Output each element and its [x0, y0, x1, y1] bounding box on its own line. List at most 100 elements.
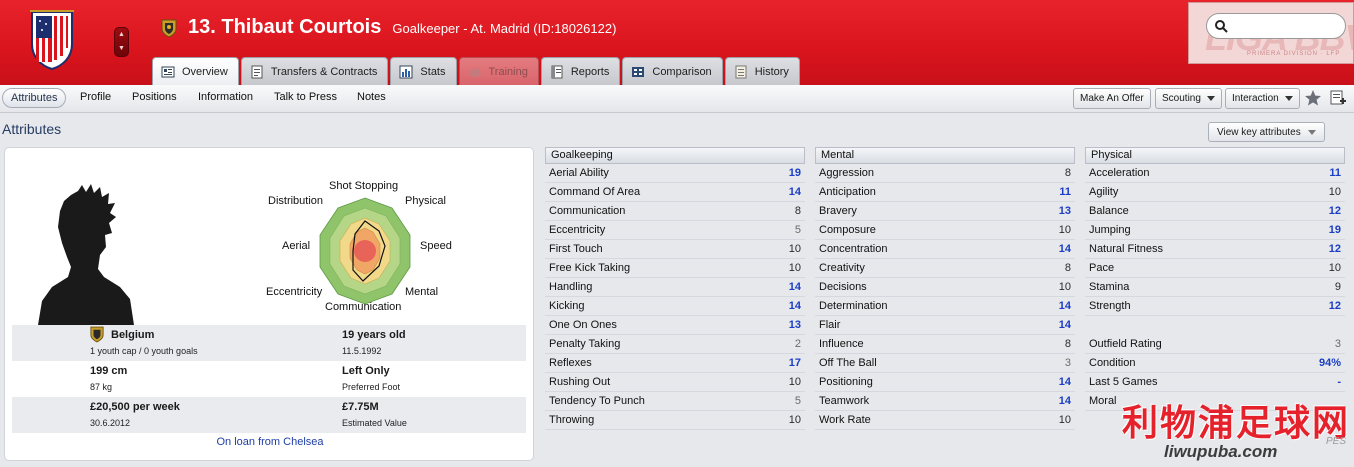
- attribute-row[interactable]: Influence 8: [815, 335, 1075, 354]
- player-silhouette-icon: [38, 184, 134, 325]
- weight-value: 87 kg: [90, 382, 113, 392]
- attribute-name: Anticipation: [819, 186, 876, 198]
- player-title: 13. Thibaut Courtois Goalkeeper - At. Ma…: [188, 16, 616, 39]
- attribute-row[interactable]: Command Of Area 14: [545, 183, 805, 202]
- attribute-row[interactable]: Composure 10: [815, 221, 1075, 240]
- add-note-icon[interactable]: [1329, 89, 1347, 107]
- subnav-talk-to-press[interactable]: Talk to Press: [274, 91, 337, 103]
- attribute-row[interactable]: Acceleration 11: [1085, 164, 1345, 183]
- attribute-name: Flair: [819, 319, 841, 331]
- attribute-name: Concentration: [819, 243, 888, 255]
- attribute-row[interactable]: Off The Ball 3: [815, 354, 1075, 373]
- attribute-row[interactable]: Communication 8: [545, 202, 805, 221]
- attribute-row[interactable]: Penalty Taking 2: [545, 335, 805, 354]
- subnav-attributes[interactable]: Attributes: [2, 88, 67, 108]
- attribute-row[interactable]: First Touch 10: [545, 240, 805, 259]
- subnav-information[interactable]: Information: [198, 91, 253, 103]
- tab-comparison[interactable]: Comparison: [622, 57, 723, 85]
- chevron-down-icon[interactable]: ▼: [115, 42, 128, 56]
- attribute-value: 8: [794, 205, 801, 217]
- chevron-up-icon[interactable]: ▲: [115, 28, 128, 42]
- view-key-attributes-button[interactable]: View key attributes: [1208, 122, 1325, 142]
- attribute-row[interactable]: Determination 14: [815, 297, 1075, 316]
- subnav-profile[interactable]: Profile: [80, 91, 111, 103]
- attribute-row[interactable]: Natural Fitness 12: [1085, 240, 1345, 259]
- attribute-row[interactable]: Aggression 8: [815, 164, 1075, 183]
- attribute-row[interactable]: Teamwork 14: [815, 392, 1075, 411]
- attribute-name: Creativity: [819, 262, 865, 274]
- comparison-icon: [631, 65, 645, 79]
- tab-transfers-contracts[interactable]: Transfers & Contracts: [240, 57, 389, 85]
- attribute-row[interactable]: Concentration 14: [815, 240, 1075, 259]
- tab-overview[interactable]: Overview: [152, 57, 239, 85]
- attribute-value: 14: [1058, 376, 1071, 388]
- interaction-dropdown[interactable]: Interaction: [1225, 88, 1300, 109]
- attribute-row[interactable]: One On Ones 13: [545, 316, 805, 335]
- attribute-value: 10: [1328, 186, 1341, 198]
- attribute-value: 11: [1329, 167, 1341, 179]
- attribute-value: 14: [788, 186, 801, 198]
- tab-history[interactable]: History: [724, 57, 800, 85]
- overview-icon: [161, 65, 175, 79]
- attribute-row[interactable]: Anticipation 11: [815, 183, 1075, 202]
- search-input[interactable]: [1206, 13, 1346, 39]
- belgium-badge-icon: [161, 19, 177, 38]
- attribute-row[interactable]: Bravery 13: [815, 202, 1075, 221]
- attribute-name: Teamwork: [819, 395, 870, 407]
- attribute-name: Command Of Area: [549, 186, 641, 198]
- attribute-row[interactable]: Condition 94%: [1085, 354, 1345, 373]
- attribute-value: 12: [1328, 300, 1341, 312]
- watermark-cn: 利物浦足球网: [1122, 402, 1351, 443]
- attribute-row[interactable]: Free Kick Taking 10: [545, 259, 805, 278]
- chevron-down-icon: [1284, 96, 1293, 101]
- attribute-row[interactable]: Kicking 14: [545, 297, 805, 316]
- attribute-row[interactable]: Rushing Out 10: [545, 373, 805, 392]
- subnav-positions[interactable]: Positions: [132, 91, 177, 103]
- attribute-value: 10: [788, 243, 801, 255]
- radar-label-mental: Mental: [405, 286, 438, 298]
- tab-reports[interactable]: Reports: [540, 57, 621, 85]
- make-offer-button[interactable]: Make An Offer: [1073, 88, 1151, 109]
- view-key-label: View key attributes: [1217, 126, 1301, 138]
- attribute-row[interactable]: Outfield Rating 3: [1085, 335, 1345, 354]
- age-value: 19 years old: [342, 329, 406, 341]
- wage-value: £20,500 per week: [90, 401, 180, 413]
- player-navigation-stepper[interactable]: ▲ ▼: [114, 27, 129, 57]
- attribute-row[interactable]: Positioning 14: [815, 373, 1075, 392]
- player-subtitle: Goalkeeper - At. Madrid (ID:18026122): [392, 21, 617, 36]
- belgium-badge-icon: [90, 326, 104, 343]
- attribute-row[interactable]: Eccentricity 5: [545, 221, 805, 240]
- attribute-row[interactable]: Throwing 10: [545, 411, 805, 430]
- subnav-notes[interactable]: Notes: [357, 91, 386, 103]
- attribute-row[interactable]: Balance 12: [1085, 202, 1345, 221]
- attribute-row[interactable]: Strength 12: [1085, 297, 1345, 316]
- attribute-row[interactable]: Flair 14: [815, 316, 1075, 335]
- club-crest-icon: [30, 10, 74, 70]
- attribute-row[interactable]: Pace 10: [1085, 259, 1345, 278]
- loan-link[interactable]: On loan from Chelsea: [5, 436, 535, 448]
- page-title: Attributes: [2, 121, 62, 137]
- attribute-name: Tendency To Punch: [549, 395, 645, 407]
- goalkeeping-header: Goalkeeping: [545, 147, 805, 164]
- radar-label-eccentricity: Eccentricity: [266, 286, 323, 298]
- attribute-name: Rushing Out: [549, 376, 611, 388]
- attribute-row[interactable]: Work Rate 10: [815, 411, 1075, 430]
- attribute-row[interactable]: Agility 10: [1085, 183, 1345, 202]
- attribute-name: Condition: [1089, 357, 1136, 369]
- attribute-row[interactable]: Decisions 10: [815, 278, 1075, 297]
- mental-rows: Aggression 8 Anticipation 11 Bravery 13 Compos…: [815, 164, 1075, 430]
- attribute-row[interactable]: Tendency To Punch 5: [545, 392, 805, 411]
- tab-stats[interactable]: Stats: [390, 57, 457, 85]
- contract-end-value: 30.6.2012: [90, 418, 131, 428]
- scouting-dropdown[interactable]: Scouting: [1155, 88, 1222, 109]
- attribute-name: Aggression: [819, 167, 875, 179]
- tab-training[interactable]: Training: [458, 57, 539, 85]
- attribute-row[interactable]: Jumping 19: [1085, 221, 1345, 240]
- attribute-row[interactable]: Handling 14: [545, 278, 805, 297]
- star-icon[interactable]: [1304, 89, 1322, 107]
- attribute-row[interactable]: Creativity 8: [815, 259, 1075, 278]
- attribute-row[interactable]: Stamina 9: [1085, 278, 1345, 297]
- attribute-row[interactable]: Aerial Ability 19: [545, 164, 805, 183]
- attribute-row[interactable]: Reflexes 17: [545, 354, 805, 373]
- chevron-down-icon: [1206, 96, 1215, 101]
